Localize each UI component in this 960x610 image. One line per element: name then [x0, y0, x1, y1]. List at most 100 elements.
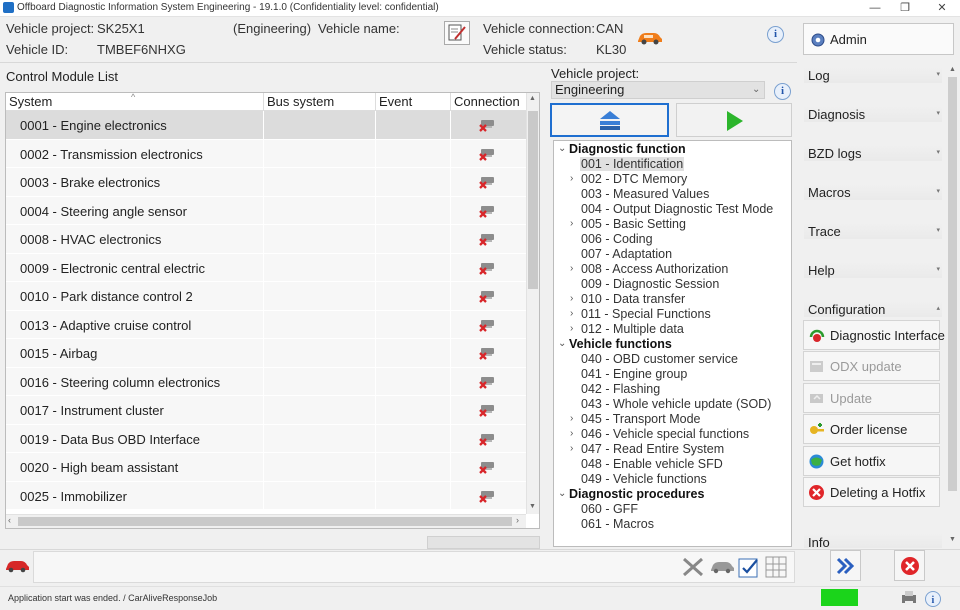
scroll-down-icon[interactable]: ▼ [949, 536, 956, 543]
scroll-up-icon[interactable]: ▲ [949, 66, 956, 73]
table-row[interactable]: 0002 - Transmission electronics [6, 139, 526, 168]
tree-item[interactable]: 040 - OBD customer service [580, 352, 739, 367]
scroll-left-icon[interactable]: ‹ [8, 515, 11, 525]
collapse-icon[interactable]: ⌄ [558, 143, 568, 154]
scrollbar-thumb[interactable] [18, 517, 512, 526]
column-header-bus-system[interactable]: Bus system [267, 94, 334, 109]
info-icon[interactable]: i [774, 83, 791, 100]
table-row[interactable]: 0001 - Engine electronics [6, 111, 526, 140]
tree-item[interactable]: 005 - Basic Setting [580, 217, 687, 232]
collapse-icon[interactable]: ⌄ [558, 338, 568, 349]
column-header-event[interactable]: Event [379, 94, 412, 109]
column-divider[interactable] [263, 93, 264, 111]
column-divider[interactable] [375, 93, 376, 111]
checklist-icon[interactable] [737, 555, 761, 579]
table-row[interactable]: 0020 - High beam assistant [6, 453, 526, 482]
scrollbar-thumb[interactable] [948, 77, 957, 491]
vehicle-project-select[interactable]: Engineering [551, 81, 765, 99]
restore-icon[interactable]: ❐ [890, 0, 920, 17]
table-row[interactable]: 0019 - Data Bus OBD Interface [6, 424, 526, 453]
tree-item[interactable]: 060 - GFF [580, 502, 639, 517]
expand-icon[interactable]: › [570, 443, 580, 454]
table-row[interactable]: 0016 - Steering column electronics [6, 367, 526, 396]
tree-item[interactable]: 041 - Engine group [580, 367, 688, 382]
exit-button[interactable] [894, 550, 925, 581]
scroll-down-icon[interactable]: ▼ [529, 503, 536, 510]
expand-icon[interactable]: › [570, 218, 580, 229]
car-icon[interactable] [4, 557, 30, 575]
collapse-icon[interactable]: ⌄ [558, 488, 568, 499]
update-button[interactable]: Update [803, 383, 940, 413]
tree-item[interactable]: 008 - Access Authorization [580, 262, 729, 277]
column-divider[interactable] [450, 93, 451, 111]
tree-group[interactable]: Diagnostic procedures [569, 487, 704, 502]
odx-update-button[interactable]: ODX update [803, 351, 940, 381]
tree-item[interactable]: 006 - Coding [580, 232, 654, 247]
tree-item[interactable]: 010 - Data transfer [580, 292, 686, 307]
table-row[interactable]: 0017 - Instrument cluster [6, 396, 526, 425]
section-bzd-logs[interactable]: BZD logs ▾ [804, 145, 942, 161]
tree-item[interactable]: 009 - Diagnostic Session [580, 277, 720, 292]
table-row[interactable]: 0004 - Steering angle sensor [6, 196, 526, 225]
minimize-icon[interactable]: — [860, 0, 890, 17]
tree-item[interactable]: 049 - Vehicle functions [580, 472, 708, 487]
tree-item[interactable]: 007 - Adaptation [580, 247, 673, 262]
expand-icon[interactable]: › [570, 428, 580, 439]
tree-item[interactable]: 003 - Measured Values [580, 187, 710, 202]
scroll-up-icon[interactable]: ▲ [529, 95, 536, 102]
edit-vehicle-name-button[interactable] [444, 21, 470, 45]
tree-item[interactable]: 042 - Flashing [580, 382, 661, 397]
tree-item[interactable]: 061 - Macros [580, 517, 655, 532]
table-row[interactable]: 0003 - Brake electronics [6, 168, 526, 197]
section-macros[interactable]: Macros ▾ [804, 184, 942, 200]
close-window-icon[interactable]: ✕ [927, 0, 957, 17]
tree-item[interactable]: 048 - Enable vehicle SFD [580, 457, 724, 472]
expand-icon[interactable]: › [570, 323, 580, 334]
table-row[interactable]: 0010 - Park distance control 2 [6, 282, 526, 311]
tree-item[interactable]: 011 - Special Functions [580, 307, 712, 322]
table-row[interactable]: 0013 - Adaptive cruise control [6, 310, 526, 339]
expand-icon[interactable]: › [570, 413, 580, 424]
forward-button[interactable] [830, 550, 861, 581]
diagnostic-interface-button[interactable]: Diagnostic Interface [803, 320, 945, 350]
section-info[interactable]: Info [804, 533, 942, 548]
grid-icon[interactable] [765, 556, 787, 578]
tree-item[interactable]: 004 - Output Diagnostic Test Mode [580, 202, 774, 217]
table-row[interactable]: 0009 - Electronic central electric [6, 253, 526, 282]
tree-item[interactable]: 047 - Read Entire System [580, 442, 725, 457]
eject-home-button[interactable] [550, 103, 669, 137]
get-hotfix-button[interactable]: Get hotfix [803, 446, 940, 476]
table-row[interactable]: 0008 - HVAC electronics [6, 225, 526, 254]
tree-item[interactable]: 045 - Transport Mode [580, 412, 702, 427]
table-row[interactable]: 0015 - Airbag [6, 339, 526, 368]
start-button[interactable] [676, 103, 792, 137]
admin-button[interactable]: Admin [803, 23, 954, 55]
section-trace[interactable]: Trace ▾ [804, 223, 942, 239]
disconnect-icon[interactable] [681, 556, 705, 578]
section-log[interactable]: Log ▾ [804, 67, 942, 83]
order-license-button[interactable]: Order license [803, 414, 940, 444]
printer-icon[interactable] [900, 590, 918, 606]
info-icon[interactable]: i [767, 26, 784, 43]
tree-item[interactable]: 043 - Whole vehicle update (SOD) [580, 397, 772, 412]
section-help[interactable]: Help ▾ [804, 262, 942, 278]
column-header-system[interactable]: System [9, 94, 52, 109]
expand-icon[interactable]: › [570, 308, 580, 319]
deleting-a-hotfix-button[interactable]: Deleting a Hotfix [803, 477, 940, 507]
chevron-down-icon[interactable]: ⌄ [752, 84, 760, 95]
tree-item[interactable]: 001 - Identification [580, 157, 685, 172]
section-configuration[interactable]: Configuration ▴ [804, 301, 942, 317]
tree-item[interactable]: 046 - Vehicle special functions [580, 427, 750, 442]
scrollbar-thumb[interactable] [528, 111, 538, 289]
scroll-right-icon[interactable]: › [516, 515, 519, 525]
expand-icon[interactable]: › [570, 263, 580, 274]
tree-group[interactable]: Diagnostic function [569, 142, 686, 157]
tree-group[interactable]: Vehicle functions [569, 337, 672, 352]
table-row[interactable]: 0025 - Immobilizer [6, 481, 526, 510]
expand-icon[interactable]: › [570, 173, 580, 184]
tree-item[interactable]: 012 - Multiple data [580, 322, 685, 337]
info-icon[interactable]: i [924, 590, 942, 608]
expand-icon[interactable]: › [570, 293, 580, 304]
car-icon[interactable] [709, 559, 735, 575]
column-header-connection[interactable]: Connection [454, 94, 520, 109]
